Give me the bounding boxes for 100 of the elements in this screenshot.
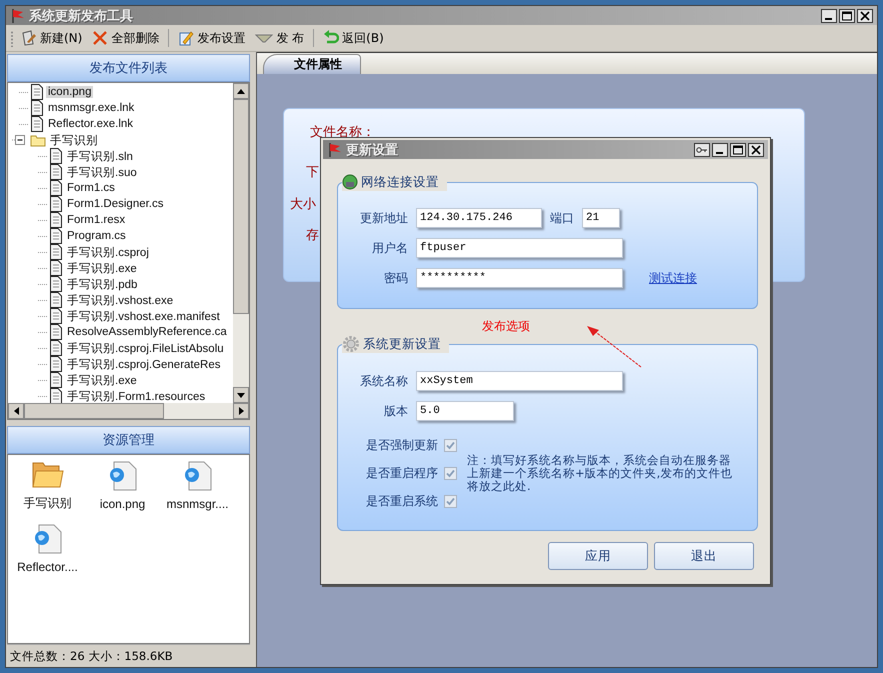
file-icon — [49, 340, 63, 356]
toolbar-button[interactable]: 全部删除 — [89, 28, 162, 48]
property-label: 大小 — [290, 196, 316, 213]
tree-item[interactable]: 手写识别.exe — [65, 260, 139, 276]
file-icon — [49, 260, 63, 276]
tree-item[interactable]: msnmsgr.exe.lnk — [46, 102, 136, 114]
tree-item[interactable]: 手写识别.csproj.FileListAbsolu — [65, 340, 226, 356]
file-icon — [49, 180, 63, 196]
collapse-toggle[interactable] — [12, 132, 28, 148]
username-field[interactable]: ftpuser — [416, 238, 623, 258]
password-field[interactable]: ********** — [416, 268, 623, 288]
vertical-scrollbar[interactable] — [233, 83, 249, 403]
left-arrow-icon[interactable] — [14, 407, 18, 415]
tab[interactable]: 文件属性 — [263, 54, 361, 74]
resource-label: Reflector.... — [17, 560, 78, 574]
tree-item[interactable]: icon.png — [46, 86, 94, 98]
tree-item[interactable]: 手写识别.csproj — [65, 244, 151, 260]
system-name-field[interactable]: xxSystem — [416, 371, 623, 391]
toolbar-button[interactable]: 新建(N) — [18, 28, 86, 48]
option-label: 是否强制更新 — [366, 437, 438, 454]
dialog-title: 更新设置 — [346, 142, 399, 158]
field-label: 密码 — [383, 270, 408, 286]
tree-item[interactable]: 手写识别.suo — [65, 164, 139, 180]
gear-icon — [342, 335, 360, 353]
annotation-text: 发布选项 — [482, 318, 530, 335]
document-pencil-icon — [21, 30, 37, 46]
file-icon — [49, 356, 63, 372]
toolbar-button[interactable]: 发布设置 — [175, 28, 248, 48]
folder-icon[interactable] — [32, 461, 64, 489]
file-icon — [49, 276, 63, 292]
file-icon — [49, 388, 63, 403]
tree-item[interactable]: 手写识别.pdb — [65, 276, 140, 292]
tree-item[interactable]: 手写识别.Form1.resources — [65, 388, 208, 403]
property-label: 文件名称： — [310, 124, 375, 141]
grip-icon — [10, 29, 14, 47]
maximize-icon[interactable] — [730, 142, 746, 156]
field-label: 端口 — [550, 210, 574, 226]
port-field[interactable]: 21 — [582, 208, 620, 228]
tree-item[interactable]: Form1.Designer.cs — [65, 198, 166, 210]
property-label: 下 — [306, 164, 319, 181]
tree-item[interactable]: Program.cs — [65, 230, 128, 242]
right-arrow-icon[interactable] — [238, 407, 244, 415]
group-title: 网络连接设置 — [361, 174, 439, 190]
dialog-button[interactable]: 应用 — [548, 542, 648, 570]
panel-header: 资源管理 — [7, 426, 250, 454]
key-icon[interactable] — [694, 142, 710, 156]
tree-item[interactable]: 手写识别 — [48, 132, 100, 148]
file-icon — [30, 100, 44, 116]
status-text: 文件总数：26 大小：158.6KB — [10, 648, 173, 664]
flag-icon — [10, 8, 26, 24]
file-icon — [49, 308, 63, 324]
down-arrow-icon[interactable] — [237, 392, 245, 398]
field-label: 版本 — [383, 402, 408, 420]
document-pencil-icon — [178, 30, 194, 46]
minimize-icon[interactable] — [712, 142, 728, 156]
annotation-arrow — [587, 326, 642, 368]
file-icon — [49, 212, 63, 228]
globe-file-icon[interactable] — [182, 461, 212, 491]
tree-item[interactable]: Form1.cs — [65, 182, 117, 194]
tree-item[interactable]: 手写识别.vshost.exe.manifest — [65, 308, 222, 324]
tree-item[interactable]: 手写识别.exe — [65, 372, 139, 388]
globe-icon — [342, 174, 358, 190]
file-icon — [49, 244, 63, 260]
tree-item[interactable]: 手写识别.vshost.exe — [65, 292, 176, 308]
window-title: 系统更新发布工具 — [29, 8, 134, 24]
version-field[interactable]: 5.0 — [416, 401, 514, 421]
tree-item[interactable]: 手写识别.sln — [65, 148, 135, 164]
close-icon[interactable] — [748, 142, 764, 156]
tree-item[interactable]: 手写识别.csproj.GenerateRes — [65, 356, 222, 372]
panel-header: 发布文件列表 — [7, 54, 250, 82]
toolbar-button[interactable]: 返回(B) — [320, 28, 387, 48]
minimize-icon[interactable] — [821, 8, 837, 22]
property-label: 存 — [306, 227, 319, 244]
file-icon — [30, 116, 44, 132]
file-icon — [49, 148, 63, 164]
return-arrow-icon — [323, 30, 340, 46]
test-connection-link[interactable]: 测试连接 — [649, 270, 697, 286]
close-icon[interactable] — [857, 8, 873, 22]
tree-item[interactable]: Form1.resx — [65, 214, 128, 226]
up-arrow-icon[interactable] — [237, 88, 245, 94]
option-label: 是否重启系统 — [366, 493, 438, 510]
resource-label: msnmsgr.... — [166, 497, 228, 511]
tree-item[interactable]: Reflector.exe.lnk — [46, 118, 136, 130]
address-field[interactable]: 124.30.175.246 — [416, 208, 542, 228]
option-label: 是否重启程序 — [366, 465, 438, 482]
horizontal-scrollbar[interactable] — [8, 403, 249, 419]
maximize-icon[interactable] — [839, 8, 855, 22]
dialog-button[interactable]: 退出 — [654, 542, 754, 570]
file-icon — [49, 292, 63, 308]
field-label: 用户名 — [371, 240, 408, 256]
toolbar-button[interactable]: 发 布 — [252, 28, 308, 48]
group-title: 系统更新设置 — [363, 336, 441, 352]
resource-label: icon.png — [100, 497, 146, 511]
file-icon — [49, 196, 63, 212]
file-icon — [49, 228, 63, 244]
globe-file-icon[interactable] — [32, 524, 62, 554]
field-label: 更新地址 — [359, 210, 408, 226]
globe-file-icon[interactable] — [108, 461, 138, 491]
tree-item[interactable]: ResolveAssemblyReference.ca — [65, 326, 229, 338]
file-icon — [49, 164, 63, 180]
